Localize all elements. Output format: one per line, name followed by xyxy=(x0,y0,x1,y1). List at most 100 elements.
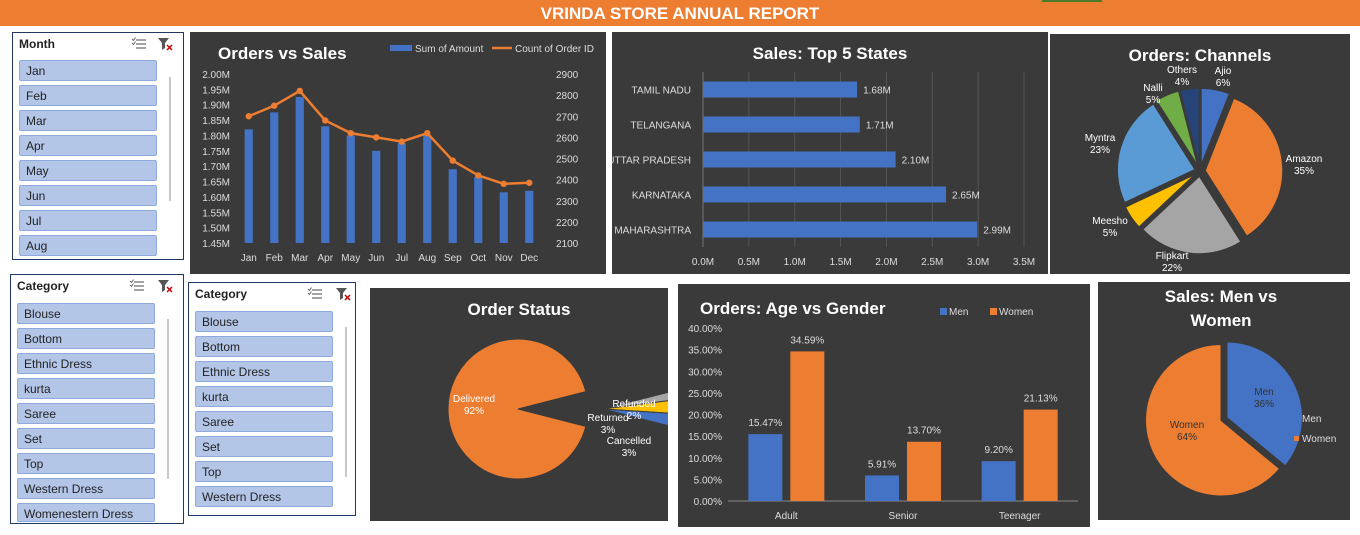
legend-swatch-women xyxy=(1294,436,1299,441)
point-count-may xyxy=(347,129,354,137)
pie-label-refunded: Refunded xyxy=(612,399,655,410)
slicer-item-bottom[interactable]: Bottom xyxy=(17,328,155,349)
month-slicer: Month Jan Feb Mar Apr May Jun Jul Aug xyxy=(12,32,184,260)
data-label: 21.13% xyxy=(1024,394,1058,405)
slicer-item-top[interactable]: Top xyxy=(17,453,155,474)
bar-amount-dec xyxy=(525,190,534,243)
slicer-item-apr[interactable]: Apr xyxy=(19,135,157,156)
slicer-item-bottom[interactable]: Bottom xyxy=(195,336,333,357)
slicer-item-aug[interactable]: Aug xyxy=(19,235,157,256)
slicer-item-set[interactable]: Set xyxy=(17,428,155,449)
order-status-pie-chart: Order Status Delivered92% Refunded2%Return… xyxy=(447,300,674,480)
category-slicer-1-scrollbar[interactable] xyxy=(167,319,169,479)
y-tick: 35.00% xyxy=(688,346,722,357)
x-tick: 2.5M xyxy=(921,257,943,268)
chart-title: Sales: Top 5 States xyxy=(753,44,908,63)
slicer-item-saree[interactable]: Saree xyxy=(195,411,333,432)
pie-value-delivered: 92% xyxy=(464,406,484,417)
category-slicer-2: Category Blouse Bottom Ethnic Dress kurta Sa… xyxy=(188,282,356,516)
category-slicer-1-header: Category xyxy=(17,279,70,293)
clear-filter-icon[interactable] xyxy=(157,37,173,51)
chart-title-line-1: Sales: Men vs xyxy=(1165,287,1277,306)
y-tick: 25.00% xyxy=(688,389,722,400)
legend-label: Count of Order ID xyxy=(515,44,594,55)
clear-filter-icon[interactable] xyxy=(157,279,173,293)
bar-women-adult xyxy=(790,351,825,501)
legend-label: Women xyxy=(1302,434,1336,445)
slicer-item-feb[interactable]: Feb xyxy=(19,85,157,106)
pie-value-meesho: 5% xyxy=(1103,228,1118,239)
data-label: 9.20% xyxy=(984,445,1012,456)
category-slicer-2-header: Category xyxy=(195,287,248,301)
point-count-nov xyxy=(500,180,507,188)
slicer-item-western-dress[interactable]: Western Dress xyxy=(195,486,333,507)
pie-value-returned: 3% xyxy=(601,425,616,436)
men-women-panel: Sales: Men vs Women Men 36% Women 64% Men Women xyxy=(1098,282,1350,520)
slicer-item-kurta[interactable]: kurta xyxy=(17,378,155,399)
slicer-item-saree[interactable]: Saree xyxy=(17,403,155,424)
slicer-item-blouse[interactable]: Blouse xyxy=(195,311,333,332)
multi-select-icon[interactable] xyxy=(131,37,147,51)
title-accent xyxy=(1042,0,1102,2)
slicer-item-blouse[interactable]: Blouse xyxy=(17,303,155,324)
bar-amount-feb xyxy=(270,112,279,243)
top-states-panel: Sales: Top 5 States 0.0M 0.5M 1.0M 1.5M 2.0M 2… xyxy=(607,32,1048,274)
bar-women-senior xyxy=(907,441,941,501)
bar-amount-apr xyxy=(321,126,330,243)
x-tick: Dec xyxy=(520,253,538,264)
month-slicer-scrollbar[interactable] xyxy=(169,77,171,201)
slicer-item-top[interactable]: Top xyxy=(195,461,333,482)
data-label: 2.65M xyxy=(952,191,980,202)
x-tick: 2.0M xyxy=(875,257,897,268)
y-left-tick: 1.70M xyxy=(202,162,230,173)
slicer-item-ethnic-dress[interactable]: Ethnic Dress xyxy=(17,353,155,374)
pie-value-cancelled: 3% xyxy=(622,448,637,459)
pie-label-amazon: Amazon xyxy=(1286,154,1323,165)
pie-label-myntra: Myntra xyxy=(1085,133,1116,144)
point-count-aug xyxy=(424,129,431,137)
pie-value-amazon: 35% xyxy=(1294,166,1314,177)
bar-men-adult xyxy=(748,434,783,501)
y-tick: UTTAR PRADESH xyxy=(612,156,691,167)
x-tick: Sep xyxy=(444,253,462,264)
legend-label: Men xyxy=(949,307,968,318)
x-tick: Senior xyxy=(889,511,919,522)
bar-amount-oct xyxy=(474,176,483,243)
channels-pie-chart: Orders: ChannelsAjio6%Amazon35%Flipkart2… xyxy=(1085,46,1323,274)
slicer-item-jul[interactable]: Jul xyxy=(19,210,157,231)
x-tick: Mar xyxy=(291,253,309,264)
y-left-tick: 1.75M xyxy=(202,147,230,158)
data-label: 2.10M xyxy=(902,156,930,167)
point-count-sep xyxy=(449,157,456,164)
multi-select-icon[interactable] xyxy=(307,287,323,301)
chart-title: Order Status xyxy=(468,300,571,319)
data-label: 2.99M xyxy=(983,226,1011,237)
orders-vs-sales-panel: Orders vs Sales Sum of Amount Count of Ord… xyxy=(190,32,606,274)
slicer-item-womenestern-dress[interactable]: Womenestern Dress xyxy=(17,503,155,522)
category-slicer-2-scrollbar[interactable] xyxy=(345,327,347,477)
y-right-tick: 2200 xyxy=(556,218,579,229)
clear-filter-icon[interactable] xyxy=(335,287,351,301)
legend-swatch-men xyxy=(940,308,947,315)
slicer-item-set[interactable]: Set xyxy=(195,436,333,457)
pie-label-nalli: Nalli xyxy=(1143,83,1162,94)
slicer-item-jan[interactable]: Jan xyxy=(19,60,157,81)
pie-value-refunded: 2% xyxy=(627,411,642,422)
y-tick: 0.00% xyxy=(694,497,722,508)
multi-select-icon[interactable] xyxy=(129,279,145,293)
x-tick: Apr xyxy=(317,253,333,264)
chart-title-line-2: Women xyxy=(1190,311,1251,330)
slicer-item-may[interactable]: May xyxy=(19,160,157,181)
bar-amount-aug xyxy=(423,135,432,243)
slicer-item-western-dress[interactable]: Western Dress xyxy=(17,478,155,499)
pie-label-flipkart: Flipkart xyxy=(1156,251,1189,262)
slicer-item-ethnic-dress[interactable]: Ethnic Dress xyxy=(195,361,333,382)
bar-amount-mar xyxy=(295,97,304,243)
bar-tamil-nadu xyxy=(703,81,858,98)
slicer-item-jun[interactable]: Jun xyxy=(19,185,157,206)
bar-amount-jan xyxy=(244,129,253,243)
pie-value-nalli: 5% xyxy=(1146,95,1161,106)
slicer-item-kurta[interactable]: kurta xyxy=(195,386,333,407)
slicer-item-mar[interactable]: Mar xyxy=(19,110,157,131)
y-tick: TELANGANA xyxy=(630,121,691,132)
